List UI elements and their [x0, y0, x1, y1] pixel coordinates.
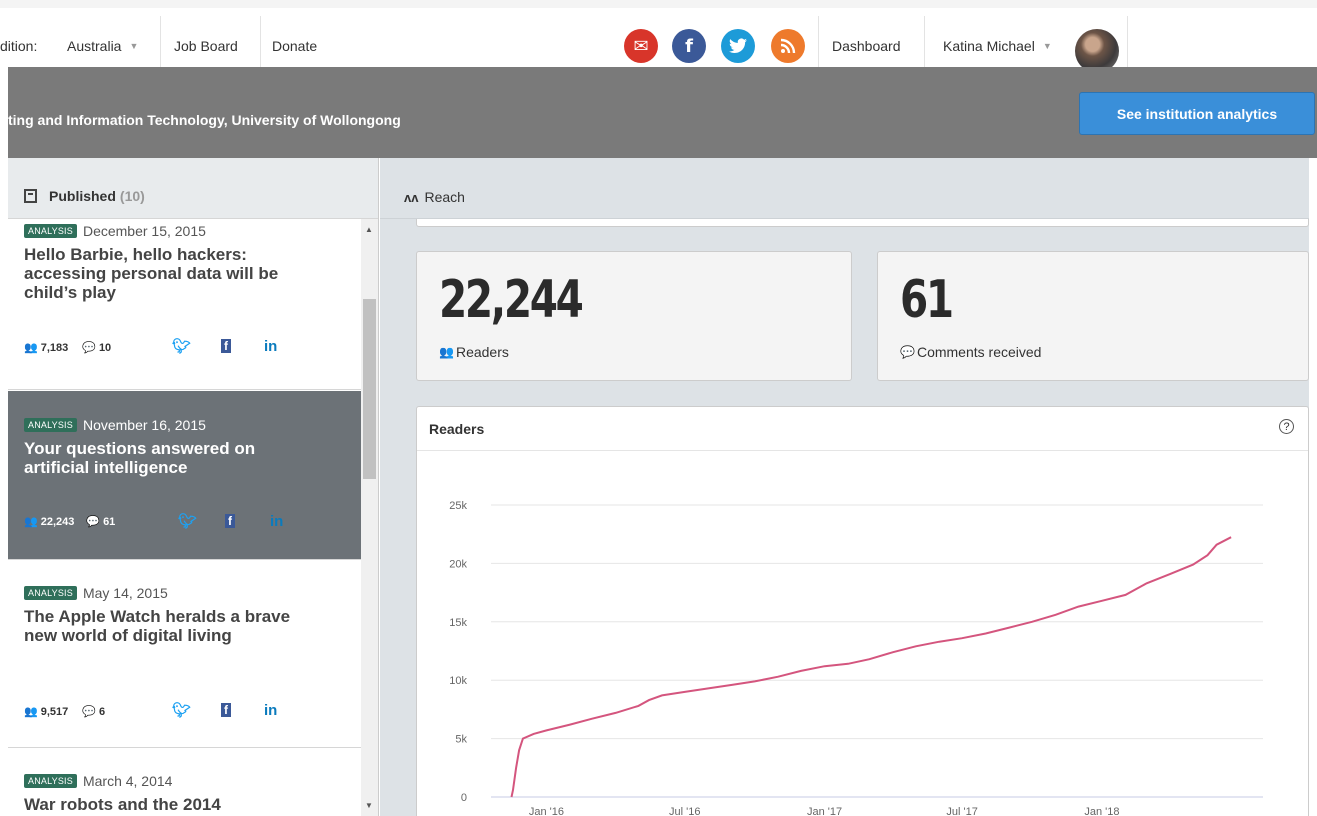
y-tick-label: 10k: [449, 675, 467, 687]
tab-strip: [416, 219, 1309, 227]
linkedin-icon[interactable]: in: [264, 338, 277, 355]
scroll-up-arrow-icon[interactable]: ▲: [365, 225, 373, 234]
y-tick-label: 15k: [449, 617, 467, 629]
comments-icon: 💬: [82, 706, 96, 718]
edition-value: Australia: [67, 37, 122, 54]
x-tick-label: Jul '16: [669, 806, 700, 816]
x-tick-label: Jan '18: [1084, 806, 1119, 816]
help-icon[interactable]: ?: [1279, 419, 1294, 434]
list-item[interactable]: ANALYSIS March 4, 2014 War robots and th…: [8, 749, 361, 816]
x-tick-label: Jul '17: [946, 806, 977, 816]
article-comments: 6: [98, 705, 106, 718]
facebook-icon[interactable]: f: [225, 514, 235, 528]
comments-card: 61 💬 Comments received: [877, 251, 1309, 381]
published-label: Published: [49, 188, 116, 204]
chart-title: Readers: [429, 421, 485, 437]
readers-icon: 👥: [439, 345, 454, 359]
linkedin-icon[interactable]: in: [264, 702, 277, 719]
linkedin-icon[interactable]: in: [270, 513, 283, 530]
reach-chart-icon: ʌʌ: [404, 189, 419, 205]
article-title[interactable]: Hello Barbie, hello hackers: accessing p…: [24, 245, 324, 302]
article-comments: 10: [98, 341, 112, 354]
analytics-panel: ʌʌ Reach 22,244 👥 Readers 61 💬 Comments …: [380, 158, 1309, 816]
comments-icon: 💬: [82, 342, 96, 354]
comments-total: 61: [900, 270, 954, 330]
readers-line-chart: 0 5k 10k 15k 20k 25k Jan '16 Jul '16 Jan '17 Jul …: [449, 500, 1263, 816]
readers-icon: 👥: [24, 706, 38, 718]
mail-icon[interactable]: ✉: [624, 29, 658, 63]
readers-series-line: [510, 536, 1232, 798]
article-date: November 16, 2015: [82, 417, 206, 433]
twitter-icon[interactable]: 🐦︎: [172, 701, 191, 719]
article-type-badge: ANALYSIS: [24, 224, 77, 238]
list-item[interactable]: ANALYSIS May 14, 2015 The Apple Watch he…: [8, 561, 361, 748]
top-navigation-bar: dition: Australia ▼ Job Board Donate ✉ f…: [0, 0, 1317, 75]
article-readers: 9,517: [40, 705, 69, 718]
article-list: ANALYSIS December 15, 2015 Hello Barbie,…: [8, 219, 361, 816]
scroll-down-arrow-icon[interactable]: ▼: [365, 801, 373, 810]
facebook-icon[interactable]: f: [672, 29, 706, 63]
comments-icon: 💬: [86, 516, 101, 528]
see-institution-analytics-button[interactable]: See institution analytics: [1079, 92, 1315, 135]
y-tick-label: 0: [461, 792, 467, 804]
reach-label: Reach: [424, 189, 465, 205]
rss-icon[interactable]: [771, 29, 805, 63]
affiliation-title: ting and Information Technology, Univers…: [8, 112, 401, 128]
newspaper-icon: [24, 189, 37, 203]
readers-chart-card: Readers ? 0 5k 10k 15k 20k 25k Jan '16 Jul '16 J…: [416, 406, 1309, 816]
readers-icon: 👥: [24, 342, 38, 354]
article-title[interactable]: The Apple Watch heralds a brave new worl…: [24, 607, 294, 645]
chevron-down-icon: ▼: [1042, 40, 1052, 51]
facebook-icon[interactable]: f: [221, 339, 231, 353]
list-item[interactable]: ANALYSIS November 16, 2015 Your question…: [8, 391, 361, 560]
article-list-scrollbar[interactable]: ▲ ▼: [361, 219, 378, 816]
article-comments: 61: [103, 515, 116, 528]
x-tick-label: Jan '17: [807, 806, 842, 816]
article-type-badge: ANALYSIS: [24, 418, 77, 432]
readers-total: 22,244: [439, 270, 584, 330]
article-title[interactable]: War robots and the 2014: [24, 795, 324, 814]
reach-header: ʌʌ Reach: [380, 158, 1309, 219]
y-tick-label: 20k: [449, 558, 467, 570]
twitter-icon[interactable]: 🐦︎: [178, 512, 197, 530]
comments-icon: 💬: [900, 345, 915, 359]
published-header: Published (10): [8, 158, 378, 219]
article-type-badge: ANALYSIS: [24, 774, 77, 788]
comments-label: Comments received: [916, 344, 1042, 360]
published-count: (10): [119, 188, 145, 204]
article-date: December 15, 2015: [82, 223, 206, 239]
chevron-down-icon: ▼: [129, 40, 139, 51]
article-readers: 7,183: [40, 341, 69, 354]
list-item[interactable]: ANALYSIS December 15, 2015 Hello Barbie,…: [8, 219, 361, 390]
x-tick-label: Jan '16: [529, 806, 564, 816]
y-tick-label: 25k: [449, 500, 467, 512]
facebook-icon[interactable]: f: [221, 703, 231, 717]
article-date: March 4, 2014: [82, 773, 173, 789]
article-readers: 22,243: [40, 515, 75, 528]
article-date: May 14, 2015: [82, 585, 168, 601]
article-type-badge: ANALYSIS: [24, 586, 77, 600]
readers-label: Readers: [455, 344, 509, 360]
readers-icon: 👥: [24, 516, 38, 528]
published-articles-panel: Published (10) ANALYSIS December 15, 201…: [8, 158, 379, 816]
author-header: ting and Information Technology, Univers…: [8, 67, 1317, 158]
twitter-icon[interactable]: [721, 29, 755, 63]
user-name: Katina Michael: [943, 37, 1035, 54]
scroll-thumb[interactable]: [363, 299, 376, 479]
readers-card: 22,244 👥 Readers: [416, 251, 852, 381]
y-tick-label: 5k: [455, 734, 467, 746]
article-title[interactable]: Your questions answered on artificial in…: [24, 439, 324, 477]
twitter-icon[interactable]: 🐦︎: [172, 337, 191, 355]
